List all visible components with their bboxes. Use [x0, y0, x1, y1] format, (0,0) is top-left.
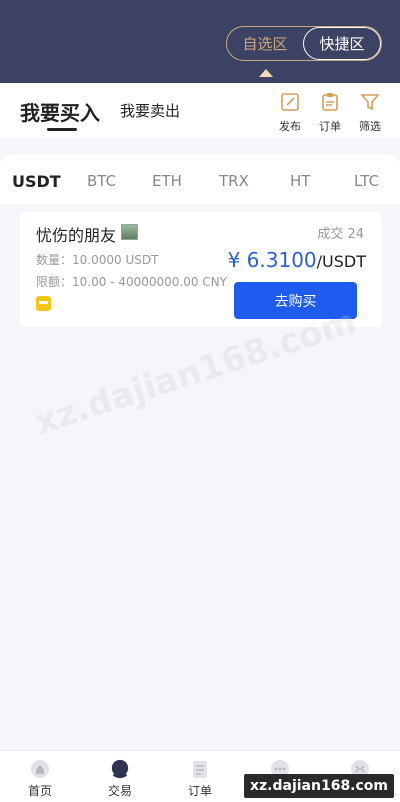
orders-button[interactable]: 订单	[313, 92, 347, 134]
quantity-text: 数量：10.0000 USDT	[36, 253, 159, 267]
bank-card-icon	[36, 296, 51, 311]
seller-name[interactable]: 忧伤的朋友	[36, 222, 116, 246]
home-icon	[30, 759, 50, 779]
top-header: 自选区 快捷区	[0, 0, 400, 83]
nav-orders[interactable]: 订单	[170, 759, 230, 799]
price-unit: /USDT	[316, 252, 366, 271]
coin-tab-usdt[interactable]: USDT	[12, 172, 61, 191]
coin-tab-ltc[interactable]: LTC	[354, 172, 379, 190]
coin-tab-btc[interactable]: BTC	[87, 172, 116, 190]
tab-sell[interactable]: 我要卖出	[120, 100, 180, 121]
orders-label: 订单	[319, 120, 341, 133]
nav-home[interactable]: 首页	[10, 759, 70, 799]
tab-buy-underline	[47, 128, 77, 131]
coin-tabs: USDT BTC ETH TRX HT LTC	[0, 154, 400, 204]
trade-bar: 我要买入 我要卖出 发布 订单 筛选	[0, 83, 400, 138]
coin-tab-ht[interactable]: HT	[290, 172, 310, 190]
filter-label: 筛选	[359, 120, 381, 133]
filter-icon	[360, 92, 380, 116]
price-value: ¥ 6.3100	[227, 248, 317, 272]
nav-trade[interactable]: 交易	[90, 759, 150, 799]
nav-home-label: 首页	[27, 784, 52, 798]
nav-orders-label: 订单	[187, 784, 212, 798]
limit-text: 限额：10.00 - 40000000.00 CNY	[36, 275, 227, 289]
coin-tab-trx[interactable]: TRX	[219, 172, 249, 190]
tab-buy[interactable]: 我要买入	[20, 97, 100, 126]
trade-icon	[110, 759, 130, 779]
orders-icon	[190, 759, 210, 779]
clipboard-icon	[320, 92, 340, 116]
coin-tab-eth[interactable]: ETH	[152, 172, 182, 190]
zone-toggle: 自选区 快捷区	[226, 26, 382, 61]
deals-count: 成交 24	[317, 227, 364, 242]
zone-quick-tab[interactable]: 快捷区	[303, 27, 381, 60]
image-icon	[121, 224, 138, 240]
caret-up-icon	[259, 69, 273, 77]
nav-trade-label: 交易	[107, 784, 132, 798]
publish-button[interactable]: 发布	[273, 92, 307, 134]
zone-favorites-tab[interactable]: 自选区	[227, 27, 303, 60]
publish-label: 发布	[279, 120, 301, 133]
site-badge: xz.dajian168.com	[244, 774, 394, 798]
filter-button[interactable]: 筛选	[353, 92, 387, 134]
price: ¥ 6.3100/USDT	[228, 248, 366, 272]
edit-icon	[280, 92, 300, 116]
